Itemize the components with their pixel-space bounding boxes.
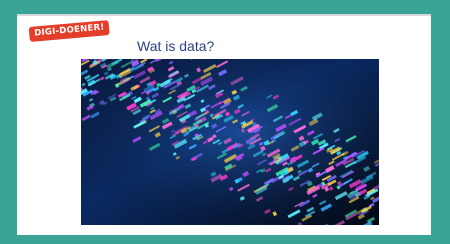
data-streams-graphic: [81, 59, 379, 225]
slide-page: DIGI-DOENER! Wat is data?: [0, 0, 450, 244]
image-glow: [81, 59, 379, 225]
slide-title: Wat is data?: [137, 38, 215, 54]
data-visualization-image: [81, 59, 379, 225]
digi-doener-badge: DIGI-DOENER!: [28, 20, 111, 42]
slide-canvas: DIGI-DOENER! Wat is data?: [17, 14, 431, 235]
